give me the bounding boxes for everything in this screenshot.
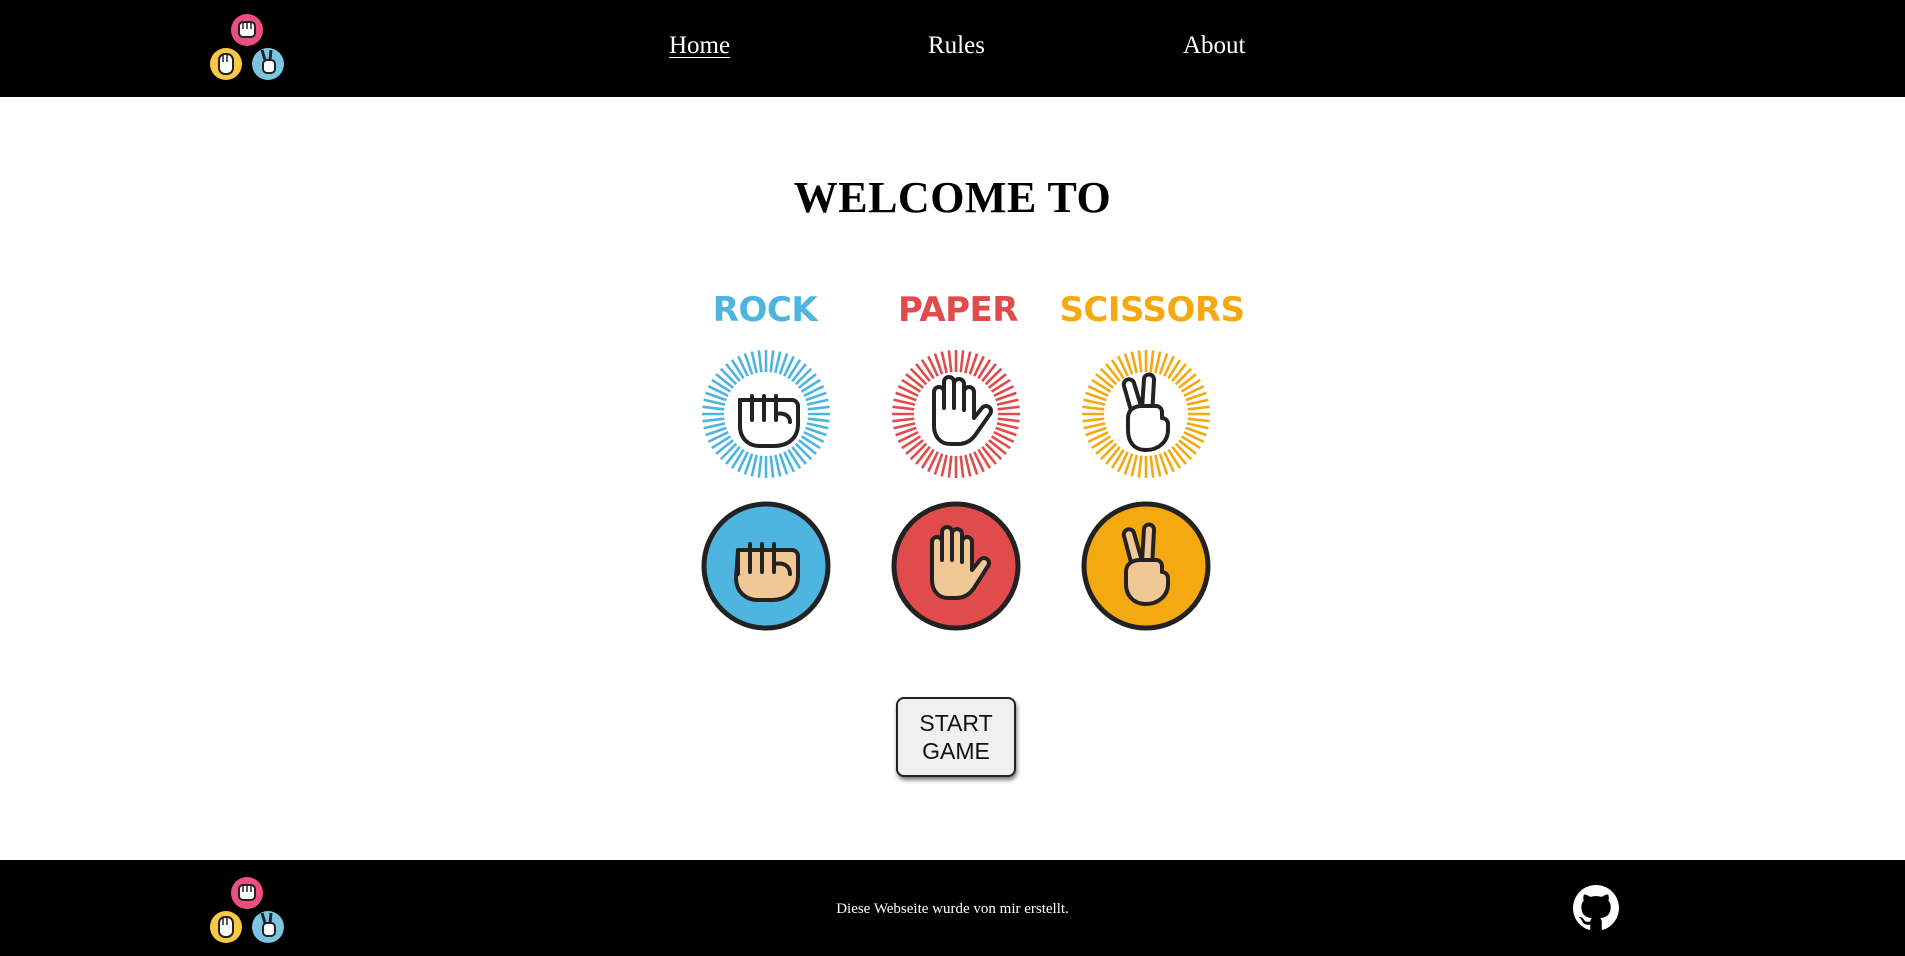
nav-rules-link[interactable]: Rules [928, 32, 985, 60]
site-logo-icon[interactable] [209, 12, 285, 84]
footer: Diese Webseite wurde von mir erstellt. [0, 860, 1905, 956]
rock-title: ROCK [712, 290, 818, 330]
footer-text: Diese Webseite wurde von mir erstellt. [836, 901, 1069, 917]
welcome-heading: WELCOME TO [793, 173, 1112, 222]
scissors-burst-icon [1080, 348, 1212, 480]
paper-burst-icon [890, 348, 1022, 480]
top-navbar: Home Rules About [0, 0, 1905, 97]
scissors-title: SCISSORS [1059, 290, 1245, 330]
paper-title: PAPER [898, 290, 1018, 330]
paper-hand-icon [890, 500, 1022, 632]
rock-hand-icon [700, 500, 832, 632]
start-game-button[interactable]: START GAME [896, 697, 1016, 777]
nav-home-link[interactable]: Home [669, 32, 730, 60]
github-icon[interactable] [1573, 885, 1619, 931]
rock-burst-icon [700, 348, 832, 480]
scissors-hand-icon [1080, 500, 1212, 632]
nav-about-link[interactable]: About [1183, 32, 1246, 60]
